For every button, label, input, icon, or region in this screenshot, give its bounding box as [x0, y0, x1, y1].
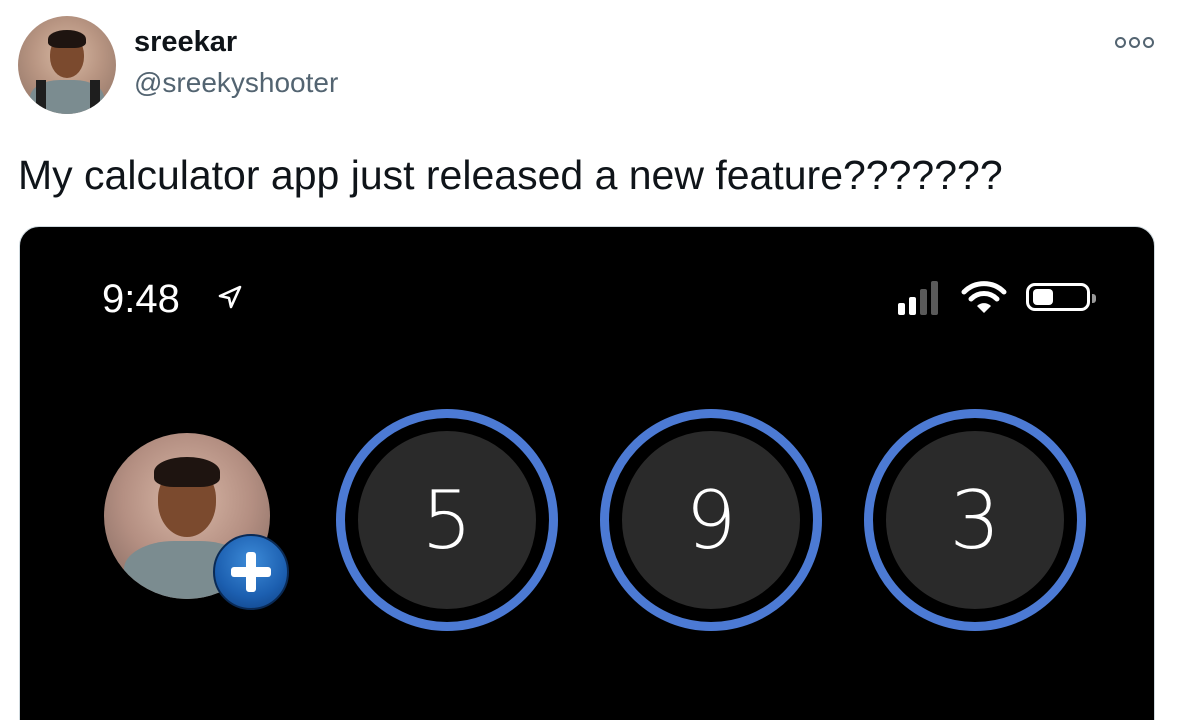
- digit-label: 5: [353, 426, 541, 614]
- author-name[interactable]: sreekar: [134, 26, 237, 59]
- digit-button-9[interactable]: 9: [600, 409, 822, 631]
- wifi-icon: [961, 281, 1007, 313]
- tweet: sreekar @sreekyshooter My calculator app…: [0, 0, 1178, 720]
- cellular-signal-icon: [898, 279, 938, 315]
- signal-bar: [909, 297, 916, 315]
- author-avatar[interactable]: [18, 16, 116, 114]
- signal-bar: [920, 289, 927, 315]
- signal-bar: [898, 303, 905, 315]
- status-bar-time: 9:48: [102, 277, 180, 321]
- location-arrow-icon: [218, 285, 242, 309]
- plus-icon[interactable]: [213, 534, 289, 610]
- battery-icon: [1026, 283, 1096, 311]
- tweet-media-image[interactable]: 9:48 5 9 3: [19, 226, 1155, 720]
- more-options-icon[interactable]: [1115, 37, 1154, 48]
- tweet-text: My calculator app just released a new fe…: [18, 152, 1003, 198]
- author-handle[interactable]: @sreekyshooter: [134, 67, 338, 99]
- digit-button-3[interactable]: 3: [864, 409, 1086, 631]
- digit-label: 9: [617, 426, 805, 614]
- digit-button-5[interactable]: 5: [336, 409, 558, 631]
- digit-label: 3: [881, 426, 1069, 614]
- signal-bar: [931, 281, 938, 315]
